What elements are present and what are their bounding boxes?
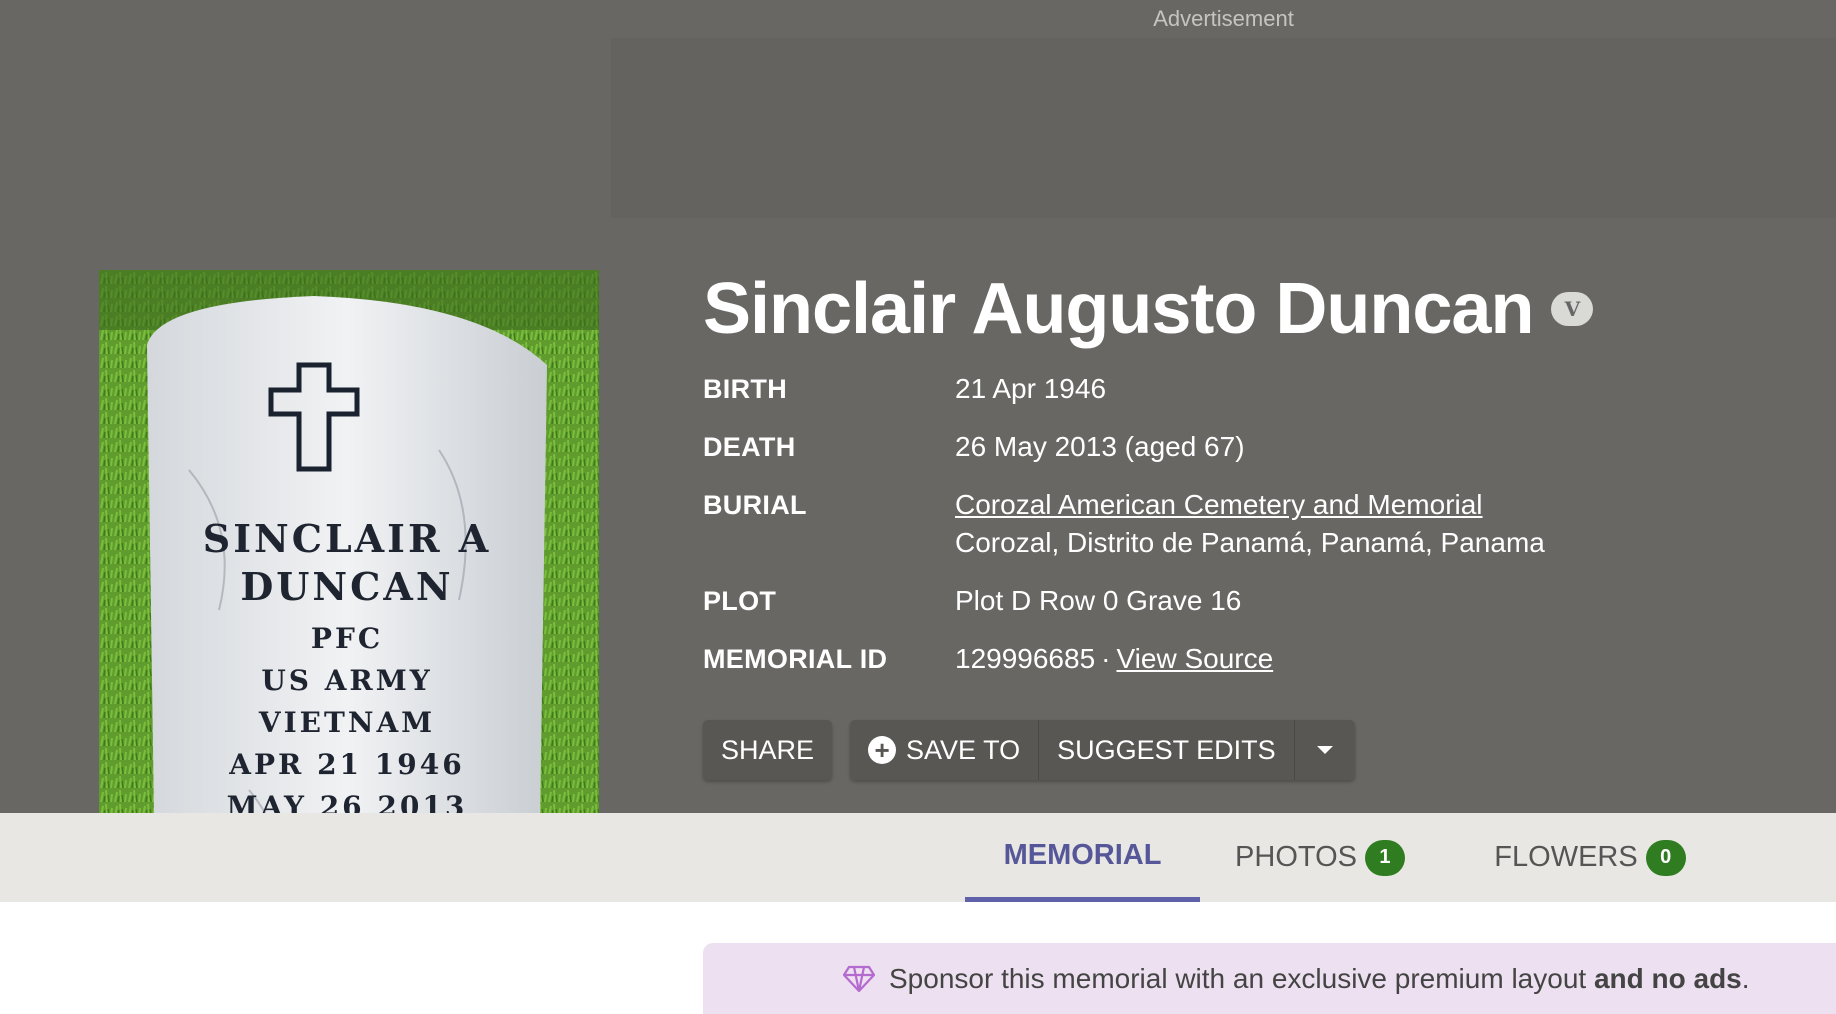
death-label: DEATH: [703, 432, 796, 462]
id-separator: ·: [1101, 643, 1111, 674]
sponsor-end: .: [1741, 962, 1750, 994]
memorial-name: Sinclair Augusto Duncan: [703, 269, 1534, 349]
memorial-id-number: 129996685: [955, 643, 1096, 674]
tab-flowers[interactable]: FLOWERS 0: [1480, 813, 1700, 902]
photos-count-badge: 1: [1364, 839, 1405, 876]
cemetery-link[interactable]: Corozal American Cemetery and Memorial: [955, 489, 1483, 520]
save-to-label: SAVE TO: [906, 734, 1021, 765]
sponsor-text: Sponsor this memorial with an exclusive …: [889, 962, 1594, 994]
sponsor-no-ads: and no ads: [1593, 962, 1742, 994]
memorial-header: Sinclair Augusto Duncan V: [703, 268, 1594, 350]
tab-memorial-label: MEMORIAL: [1003, 838, 1162, 871]
memorial-facts: BIRTH 21 Apr 1946 DEATH 26 May 2013 (age…: [703, 370, 1545, 698]
more-options-button[interactable]: [1294, 720, 1355, 780]
headstone-line-2: DUNCAN: [240, 564, 453, 609]
tab-flowers-label: FLOWERS: [1494, 841, 1638, 873]
memorial-tabs: MEMORIAL PHOTOS 1 FLOWERS 0: [0, 813, 1836, 902]
plot-label: PLOT: [703, 586, 777, 616]
memorial-button-group: + SAVE TO SUGGEST EDITS: [850, 720, 1355, 780]
death-date: 26 May 2013 (aged 67): [955, 431, 1245, 462]
suggest-edits-button[interactable]: SUGGEST EDITS: [1039, 720, 1295, 780]
save-to-button[interactable]: + SAVE TO: [850, 720, 1040, 780]
chevron-down-icon: [1316, 746, 1333, 754]
burial-label: BURIAL: [703, 490, 807, 520]
birth-row: BIRTH 21 Apr 1946: [703, 370, 1545, 408]
headstone-line-3: PFC: [311, 622, 383, 655]
view-source-link[interactable]: View Source: [1116, 643, 1273, 674]
cemetery-location: Corozal, Distrito de Panamá, Panamá, Pan…: [955, 527, 1545, 558]
headstone-line-4: US ARMY: [261, 664, 432, 697]
sponsor-banner[interactable]: Sponsor this memorial with an exclusive …: [703, 943, 1836, 1014]
memorial-id-row: MEMORIAL ID 129996685 · View Source: [703, 640, 1545, 678]
plot-row: PLOT Plot D Row 0 Grave 16: [703, 582, 1545, 620]
tab-photos-label: PHOTOS: [1235, 841, 1357, 873]
plus-circle-icon: +: [868, 736, 897, 764]
headstone-line-6: APR 21 1946: [228, 748, 464, 781]
tab-memorial[interactable]: MEMORIAL: [965, 813, 1200, 902]
burial-row: BURIAL Corozal American Cemetery and Mem…: [703, 486, 1545, 562]
memorial-id-value: 129996685 · View Source: [955, 640, 1273, 678]
death-row: DEATH 26 May 2013 (aged 67): [703, 428, 1545, 466]
memorial-id-label: MEMORIAL ID: [703, 644, 888, 674]
headstone-line-5: VIETNAM: [258, 706, 435, 739]
birth-label: BIRTH: [703, 374, 787, 404]
burial-info: Corozal American Cemetery and Memorial C…: [955, 486, 1545, 562]
plot-value: Plot D Row 0 Grave 16: [955, 585, 1242, 616]
share-button[interactable]: SHARE: [703, 720, 833, 780]
advertisement-label: Advertisement: [1153, 6, 1294, 31]
action-bar: SHARE + SAVE TO SUGGEST EDITS: [703, 720, 1355, 780]
advertisement-slot: [611, 38, 1836, 218]
flowers-count-badge: 0: [1645, 839, 1686, 876]
headstone-line-1: SINCLAIR A: [203, 516, 491, 561]
diamond-icon: [843, 965, 875, 993]
birth-date: 21 Apr 1946: [955, 373, 1107, 404]
veteran-badge-icon[interactable]: V: [1551, 292, 1594, 326]
tab-photos[interactable]: PHOTOS 1: [1220, 813, 1420, 902]
